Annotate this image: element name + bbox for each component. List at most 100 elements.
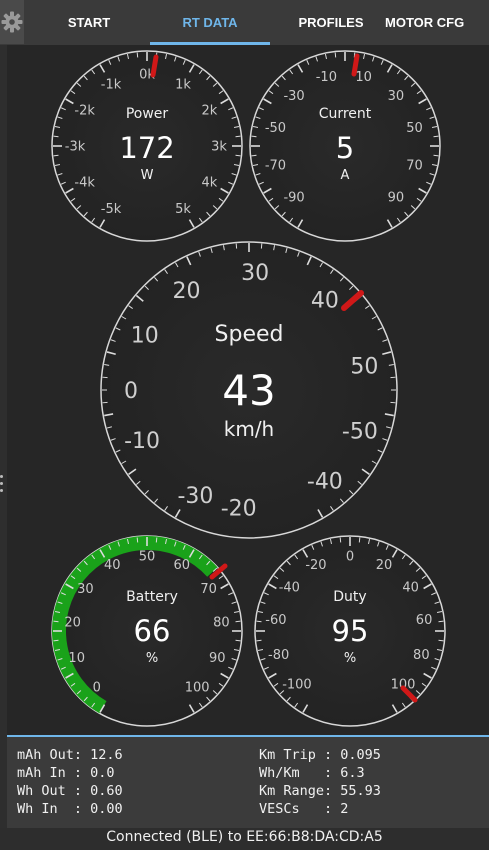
duty-unit: % (344, 651, 356, 666)
gauge-scale-label: 10 (131, 324, 159, 349)
gauge-scale-label: -50 (265, 121, 286, 136)
stat-km-range: Km Range: 55.93 (259, 783, 381, 799)
gauge-scale-label: 90 (209, 651, 226, 666)
gauge-scale-label: -10 (124, 429, 160, 454)
current-value: 5 (336, 131, 354, 165)
battery-title: Battery (126, 589, 178, 605)
gauge-scale-label: 10 (68, 651, 85, 666)
gauge-scale-label: 40 (104, 558, 121, 573)
gauge-scale-label: -40 (279, 581, 300, 596)
gauge-scale-label: -3k (65, 140, 86, 155)
gauge-scale-label: 5k (175, 202, 191, 217)
gauge-scale-label: 1k (175, 77, 191, 92)
gauge-tick (438, 620, 444, 623)
gauge-scale-label: -20 (221, 496, 257, 521)
gauge-scale-label: 90 (388, 191, 405, 206)
stat-wh-km: Wh/Km : 6.3 (259, 765, 365, 781)
stat-km-trip: Km Trip : 0.095 (259, 747, 381, 763)
speed-unit: km/h (224, 417, 274, 441)
gauge-tick (334, 52, 337, 58)
gauge-tick (339, 537, 342, 543)
connection-status: Connected (BLE) to EE:66:B8:DA:CD:A5 (0, 828, 489, 850)
gauge-tick (358, 537, 361, 543)
gauge-tick (136, 52, 139, 58)
power-unit: W (141, 168, 154, 183)
gauge-scale-label: 80 (213, 615, 230, 630)
power-gauge: -5k-4k-3k-2k-1k0k1k2k3k4k5k Power 172 W (51, 50, 243, 242)
gauge-scale-label: 0 (93, 680, 101, 695)
current-unit: A (341, 168, 350, 183)
gauge-scale-label: -1k (101, 77, 122, 92)
gauge-scale-label: 70 (406, 158, 423, 173)
gauge-scale-label: 20 (376, 558, 393, 573)
speed-title: Speed (215, 322, 284, 347)
gauge-scale-label: 0 (124, 379, 138, 404)
gauge-tick (433, 135, 439, 138)
gauge-tick (53, 154, 59, 157)
gauge-scale-label: 30 (241, 261, 269, 286)
stat-mah-out: mAh Out: 12.6 (17, 747, 123, 763)
stat-vescs: VESCs : 2 (259, 801, 349, 817)
battery-value: 66 (134, 614, 171, 648)
gauge-tick (53, 639, 59, 642)
gauge-tick (251, 154, 257, 157)
gauge-scale-label: 100 (185, 680, 210, 695)
gauge-scale-label: 30 (388, 89, 405, 104)
gauge-tick (433, 154, 439, 157)
gauge-scale-label: 60 (173, 558, 190, 573)
power-value: 172 (119, 131, 174, 165)
gauge-tick (235, 639, 241, 642)
gauge-scale-label: -30 (177, 484, 213, 509)
gauge-scale-label: -40 (307, 469, 343, 494)
gauge-scale-label: -60 (265, 613, 286, 628)
battery-gauge: 0 10 20 30 40 50 60 70 80 90 100 Battery 66 % (51, 535, 243, 727)
gauge-scale-label: 20 (64, 615, 81, 630)
gauge-tick (155, 537, 158, 543)
gauge-scale-label: 50 (139, 550, 156, 565)
current-needle (351, 53, 360, 77)
battery-unit: % (146, 651, 158, 666)
gauge-tick (53, 135, 59, 138)
gauge-scale-label: -80 (268, 648, 289, 663)
gauge-scale-label: 0 (346, 550, 354, 565)
gauge-scale-label: 50 (406, 121, 423, 136)
gauge-scale-label: 20 (172, 279, 200, 304)
gauge-scale-label: -10 (316, 70, 337, 85)
gauge-tick (136, 537, 139, 543)
gauge-tick (256, 639, 262, 642)
gauge-scale-label: 3k (211, 140, 227, 155)
power-title: Power (126, 106, 169, 122)
gauge-tick (256, 620, 262, 623)
gauge-scale-label: -5k (101, 202, 122, 217)
stat-wh-out: Wh Out : 0.60 (17, 783, 123, 799)
gauge-scale-label: -70 (265, 158, 286, 173)
gauge-tick (235, 620, 241, 623)
gauge-scale-label: -20 (305, 558, 326, 573)
gauge-scale-label: 50 (350, 354, 378, 379)
gauge-tick (235, 135, 241, 138)
gauge-scale-label: 30 (77, 582, 94, 597)
gauge-tick (438, 639, 444, 642)
speed-value: 43 (222, 366, 275, 415)
gauge-scale-label: -50 (342, 419, 378, 444)
gauge-scale-label: -2k (74, 104, 95, 119)
gauges-canvas: -5k-4k-3k-2k-1k0k1k2k3k4k5k Power 172 W … (51, 50, 446, 727)
gauge-scale-label: -100 (282, 678, 312, 693)
gauge-tick (53, 620, 59, 623)
gauge-scale-label: 60 (416, 613, 433, 628)
duty-gauge: -100-80-60-40-20020406080100 Duty 95 % (254, 535, 446, 727)
gauge-scale-label: -4k (74, 176, 95, 191)
gauge-scale-label: 80 (413, 648, 430, 663)
gauge-tick (251, 135, 257, 138)
stat-wh-in: Wh In : 0.00 (17, 801, 123, 817)
power-needle (150, 54, 159, 78)
current-title: Current (319, 106, 372, 122)
stats-panel: mAh Out: 12.6 mAh In : 0.0 Wh Out : 0.60… (7, 735, 489, 828)
stat-mah-in: mAh In : 0.0 (17, 765, 115, 781)
duty-value: 95 (332, 614, 369, 648)
current-gauge: -90 -70 -50 -30 -10 10 30 50 70 90 Current 5 A (249, 50, 441, 242)
gauge-scale-label: 4k (201, 176, 217, 191)
gauge-scale-label: 40 (402, 581, 419, 596)
gauge-scale-label: 2k (201, 104, 217, 119)
speed-gauge: -30 -20 -10 0 10 20 30 40 50 -50 -40 Speed 43 km/h (100, 241, 398, 539)
